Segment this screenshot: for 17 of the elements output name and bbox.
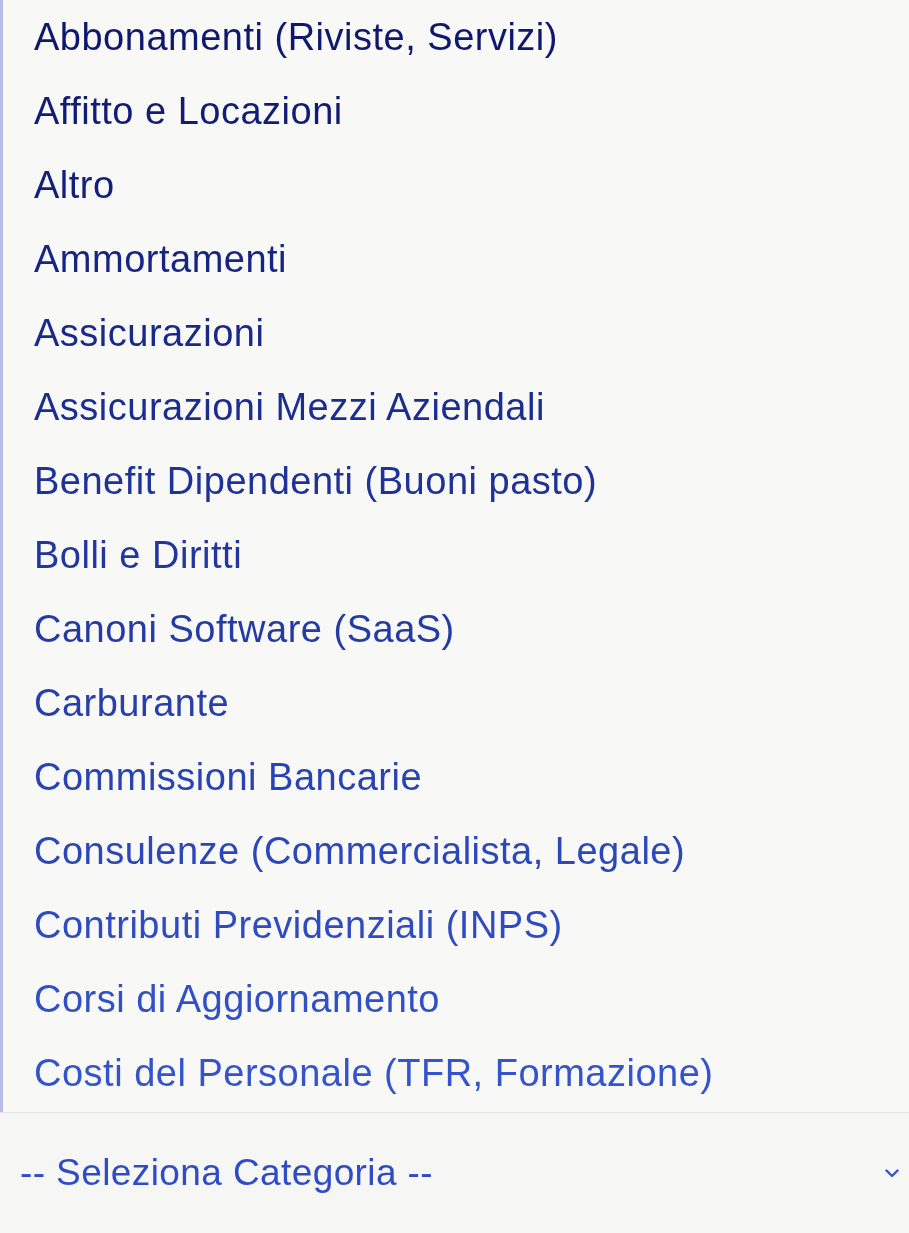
dropdown-option[interactable]: Canoni Software (SaaS) — [3, 592, 909, 666]
dropdown-option[interactable]: Affitto e Locazioni — [3, 74, 909, 148]
dropdown-option[interactable]: Ammortamenti — [3, 222, 909, 296]
dropdown-option[interactable]: Assicurazioni — [3, 296, 909, 370]
dropdown-option[interactable]: Corsi di Aggiornamento — [3, 962, 909, 1036]
select-value: -- Seleziona Categoria -- — [20, 1151, 434, 1196]
dropdown-option[interactable]: Bolli e Diritti — [3, 518, 909, 592]
dropdown-option[interactable]: Benefit Dipendenti (Buoni pasto) — [3, 444, 909, 518]
chevron-down-icon — [885, 1168, 899, 1178]
dropdown-option[interactable]: Costi del Personale (TFR, Formazione) — [3, 1036, 909, 1110]
dropdown-option[interactable]: Assicurazioni Mezzi Aziendali — [3, 370, 909, 444]
dropdown-option[interactable]: Consulenze (Commercialista, Legale) — [3, 814, 909, 888]
dropdown-option[interactable]: Commissioni Bancarie — [3, 740, 909, 814]
dropdown-option[interactable]: Carburante — [3, 666, 909, 740]
dropdown-option[interactable]: Contributi Previdenziali (INPS) — [3, 888, 909, 962]
dropdown-option[interactable]: Altro — [3, 148, 909, 222]
dropdown-option[interactable]: Abbonamenti (Riviste, Servizi) — [3, 0, 909, 74]
